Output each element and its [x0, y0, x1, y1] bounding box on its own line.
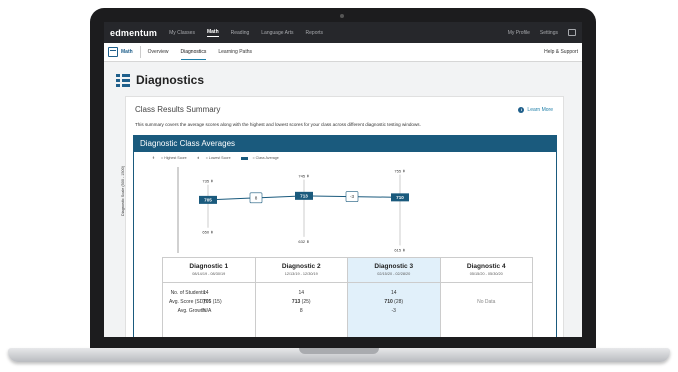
main-content: Diagnostics Class Results Summary i Lear… — [104, 62, 582, 337]
logo: edmentum — [110, 27, 158, 38]
diagnostic-results-table: No. of Students: Avg. Score (SD): Avg. G… — [162, 257, 533, 337]
screen: edmentum My Classes Math Reading Languag… — [104, 22, 582, 337]
my-profile-link[interactable]: My Profile — [508, 30, 530, 36]
diagnostic-1-sd: (15) — [212, 299, 222, 305]
diagnostic-2-name: Diagnostic 2 — [281, 263, 321, 270]
diagnostic-3-header: Diagnostic 3 02/15/20 - 02/28/20 — [348, 258, 440, 283]
diagnostic-1-avg-score: 705 — [203, 299, 212, 305]
diagnostic-2-avg-score: 713 — [291, 299, 301, 305]
legend-lowest: ⇟ = Lowest Score — [197, 156, 236, 160]
diagnostic-4-values: No Data — [441, 283, 533, 307]
laptop-frame: edmentum My Classes Math Reading Languag… — [90, 8, 596, 352]
diagnostic-1-header: Diagnostic 1 08/14/19 - 08/30/19 — [163, 258, 255, 283]
nav-item-math[interactable]: Math — [206, 29, 219, 37]
chart-legend: ⇞ = Highest Score ⇟ = Lowest Score = Cla… — [152, 156, 289, 160]
subject-label: Math — [121, 49, 133, 55]
diagnostics-icon — [116, 74, 130, 87]
diagnostic-2-values: 14 713 (25) 8 — [256, 283, 348, 316]
diagnostic-2-sd: (25) — [301, 299, 311, 305]
tab-learning-paths[interactable]: Learning Paths — [218, 45, 252, 59]
legend-highest-label: = Highest Score — [161, 156, 187, 160]
average-value-label: 710 — [396, 195, 404, 200]
diagnostic-4-column: Diagnostic 4 05/15/20 - 05/30/20 No Data — [440, 258, 533, 337]
diagnostic-3-avg: 710 (28) — [348, 298, 440, 307]
diagnostic-3-sd: (28) — [394, 299, 404, 305]
page-title: Diagnostics — [136, 73, 205, 87]
diagnostic-4-header: Diagnostic 4 05/15/20 - 05/30/20 — [440, 258, 532, 283]
diagnostic-2-dates: 12/13/19 - 12/30/19 — [284, 272, 318, 276]
diagnostic-1-growth: N/A — [203, 308, 212, 314]
page-header: Diagnostics — [104, 62, 582, 90]
lowest-score-label: 615 ⇟ — [394, 247, 405, 252]
calculator-icon — [108, 47, 118, 57]
laptop-base — [8, 348, 670, 362]
legend-average-label: = Class Average — [252, 156, 279, 160]
nav-right: My Profile Settings — [498, 29, 576, 36]
summary-description: This summary covers the average scores a… — [135, 122, 421, 127]
diagnostic-2-column: Diagnostic 2 12/13/19 - 12/30/19 14 713 … — [255, 258, 348, 337]
lowest-score-label: 632 ⇟ — [298, 239, 309, 244]
laptop-notch — [299, 348, 379, 354]
panel-title: Diagnostic Class Averages — [134, 136, 556, 152]
average-swatch — [240, 156, 248, 160]
diagnostic-3-column: Diagnostic 3 02/15/20 - 02/28/20 14 710 … — [348, 258, 441, 337]
class-averages-panel: Diagnostic Class Averages ⇞ = Highest Sc… — [121, 135, 557, 337]
diagnostic-3-values: 14 710 (28) -3 — [348, 283, 440, 316]
legend-lowest-label: = Lowest Score — [205, 156, 231, 160]
diagnostic-3-growth: -3 — [391, 308, 396, 314]
legend-average: = Class Average — [240, 156, 284, 160]
diagnostic-2-header: Diagnostic 2 12/13/19 - 12/30/19 — [255, 258, 347, 283]
diagnostic-4-no-data: No Data — [477, 299, 496, 305]
tab-overview[interactable]: Overview — [148, 45, 169, 59]
class-results-card: Class Results Summary i Learn More This … — [121, 96, 564, 337]
highest-marker-icon: ⇞ — [152, 156, 156, 160]
legend-highest: ⇞ = Highest Score — [152, 156, 192, 160]
diagnostic-1-name: Diagnostic 1 — [189, 263, 229, 270]
lowest-marker-icon: ⇟ — [196, 156, 200, 160]
learn-more-link[interactable]: i Learn More — [518, 107, 553, 113]
settings-link[interactable]: Settings — [540, 30, 558, 36]
lowest-score-label: 650 ⇟ — [202, 230, 213, 235]
help-support-link[interactable]: Help & Support — [544, 49, 578, 55]
average-value-label: 705 — [204, 197, 212, 202]
diagnostic-1-values: 14 705 (15) N/A — [163, 283, 255, 316]
diagnostic-1-students: 14 — [203, 290, 209, 296]
diagnostic-1-avg: 705 (15) — [203, 298, 255, 307]
diagnostic-3-dates: 02/15/20 - 02/28/20 — [377, 272, 411, 276]
tab-diagnostics[interactable]: Diagnostics — [180, 45, 207, 60]
top-navigation: edmentum My Classes Math Reading Languag… — [104, 22, 582, 43]
growth-label: 8 — [255, 195, 258, 200]
diagnostic-4-name: Diagnostic 4 — [466, 263, 506, 270]
subject-selector[interactable]: Math — [108, 46, 141, 58]
nav-item-my-classes[interactable]: My Classes — [169, 30, 195, 36]
nav-item-reading[interactable]: Reading — [231, 30, 250, 36]
learn-more-label: Learn More — [527, 107, 553, 113]
camera-icon — [340, 14, 344, 18]
nav-item-reports[interactable]: Reports — [306, 30, 324, 36]
growth-label: -3 — [350, 194, 355, 199]
highest-score-label: 755 ⇞ — [394, 169, 405, 174]
nav-item-language-arts[interactable]: Language Arts — [261, 30, 293, 36]
class-averages-chart: 735 ⇞ 650 ⇟ 705 745 ⇞ 632 ⇟ 713 755 ⇞ 615 ⇟ 710 8… — [177, 167, 409, 253]
card-title: Class Results Summary — [135, 105, 221, 114]
diagnostic-2-growth: 8 — [299, 308, 303, 314]
average-value-label: 713 — [300, 193, 308, 198]
highest-score-label: 735 ⇞ — [202, 179, 213, 184]
diagnostic-1-dates: 08/14/19 - 08/30/19 — [192, 272, 226, 276]
diagnostic-1-column: Diagnostic 1 08/14/19 - 08/30/19 14 705 … — [163, 258, 256, 337]
chart-y-axis-label: Diagnostic Scale (500 - 1500) — [121, 165, 125, 216]
info-icon: i — [518, 107, 525, 113]
menu-icon[interactable] — [568, 29, 576, 36]
diagnostic-3-students: 14 — [390, 290, 397, 296]
diagnostic-2-students: 14 — [298, 290, 305, 296]
diagnostic-4-dates: 05/15/20 - 05/30/20 — [469, 272, 503, 276]
diagnostic-2-avg: 713 (25) — [256, 298, 348, 307]
diagnostic-3-avg-score: 710 — [384, 299, 393, 305]
sub-navigation: Math Overview Diagnostics Learning Paths… — [104, 43, 582, 62]
diagnostic-3-name: Diagnostic 3 — [374, 263, 414, 270]
highest-score-label: 745 ⇞ — [298, 174, 309, 179]
